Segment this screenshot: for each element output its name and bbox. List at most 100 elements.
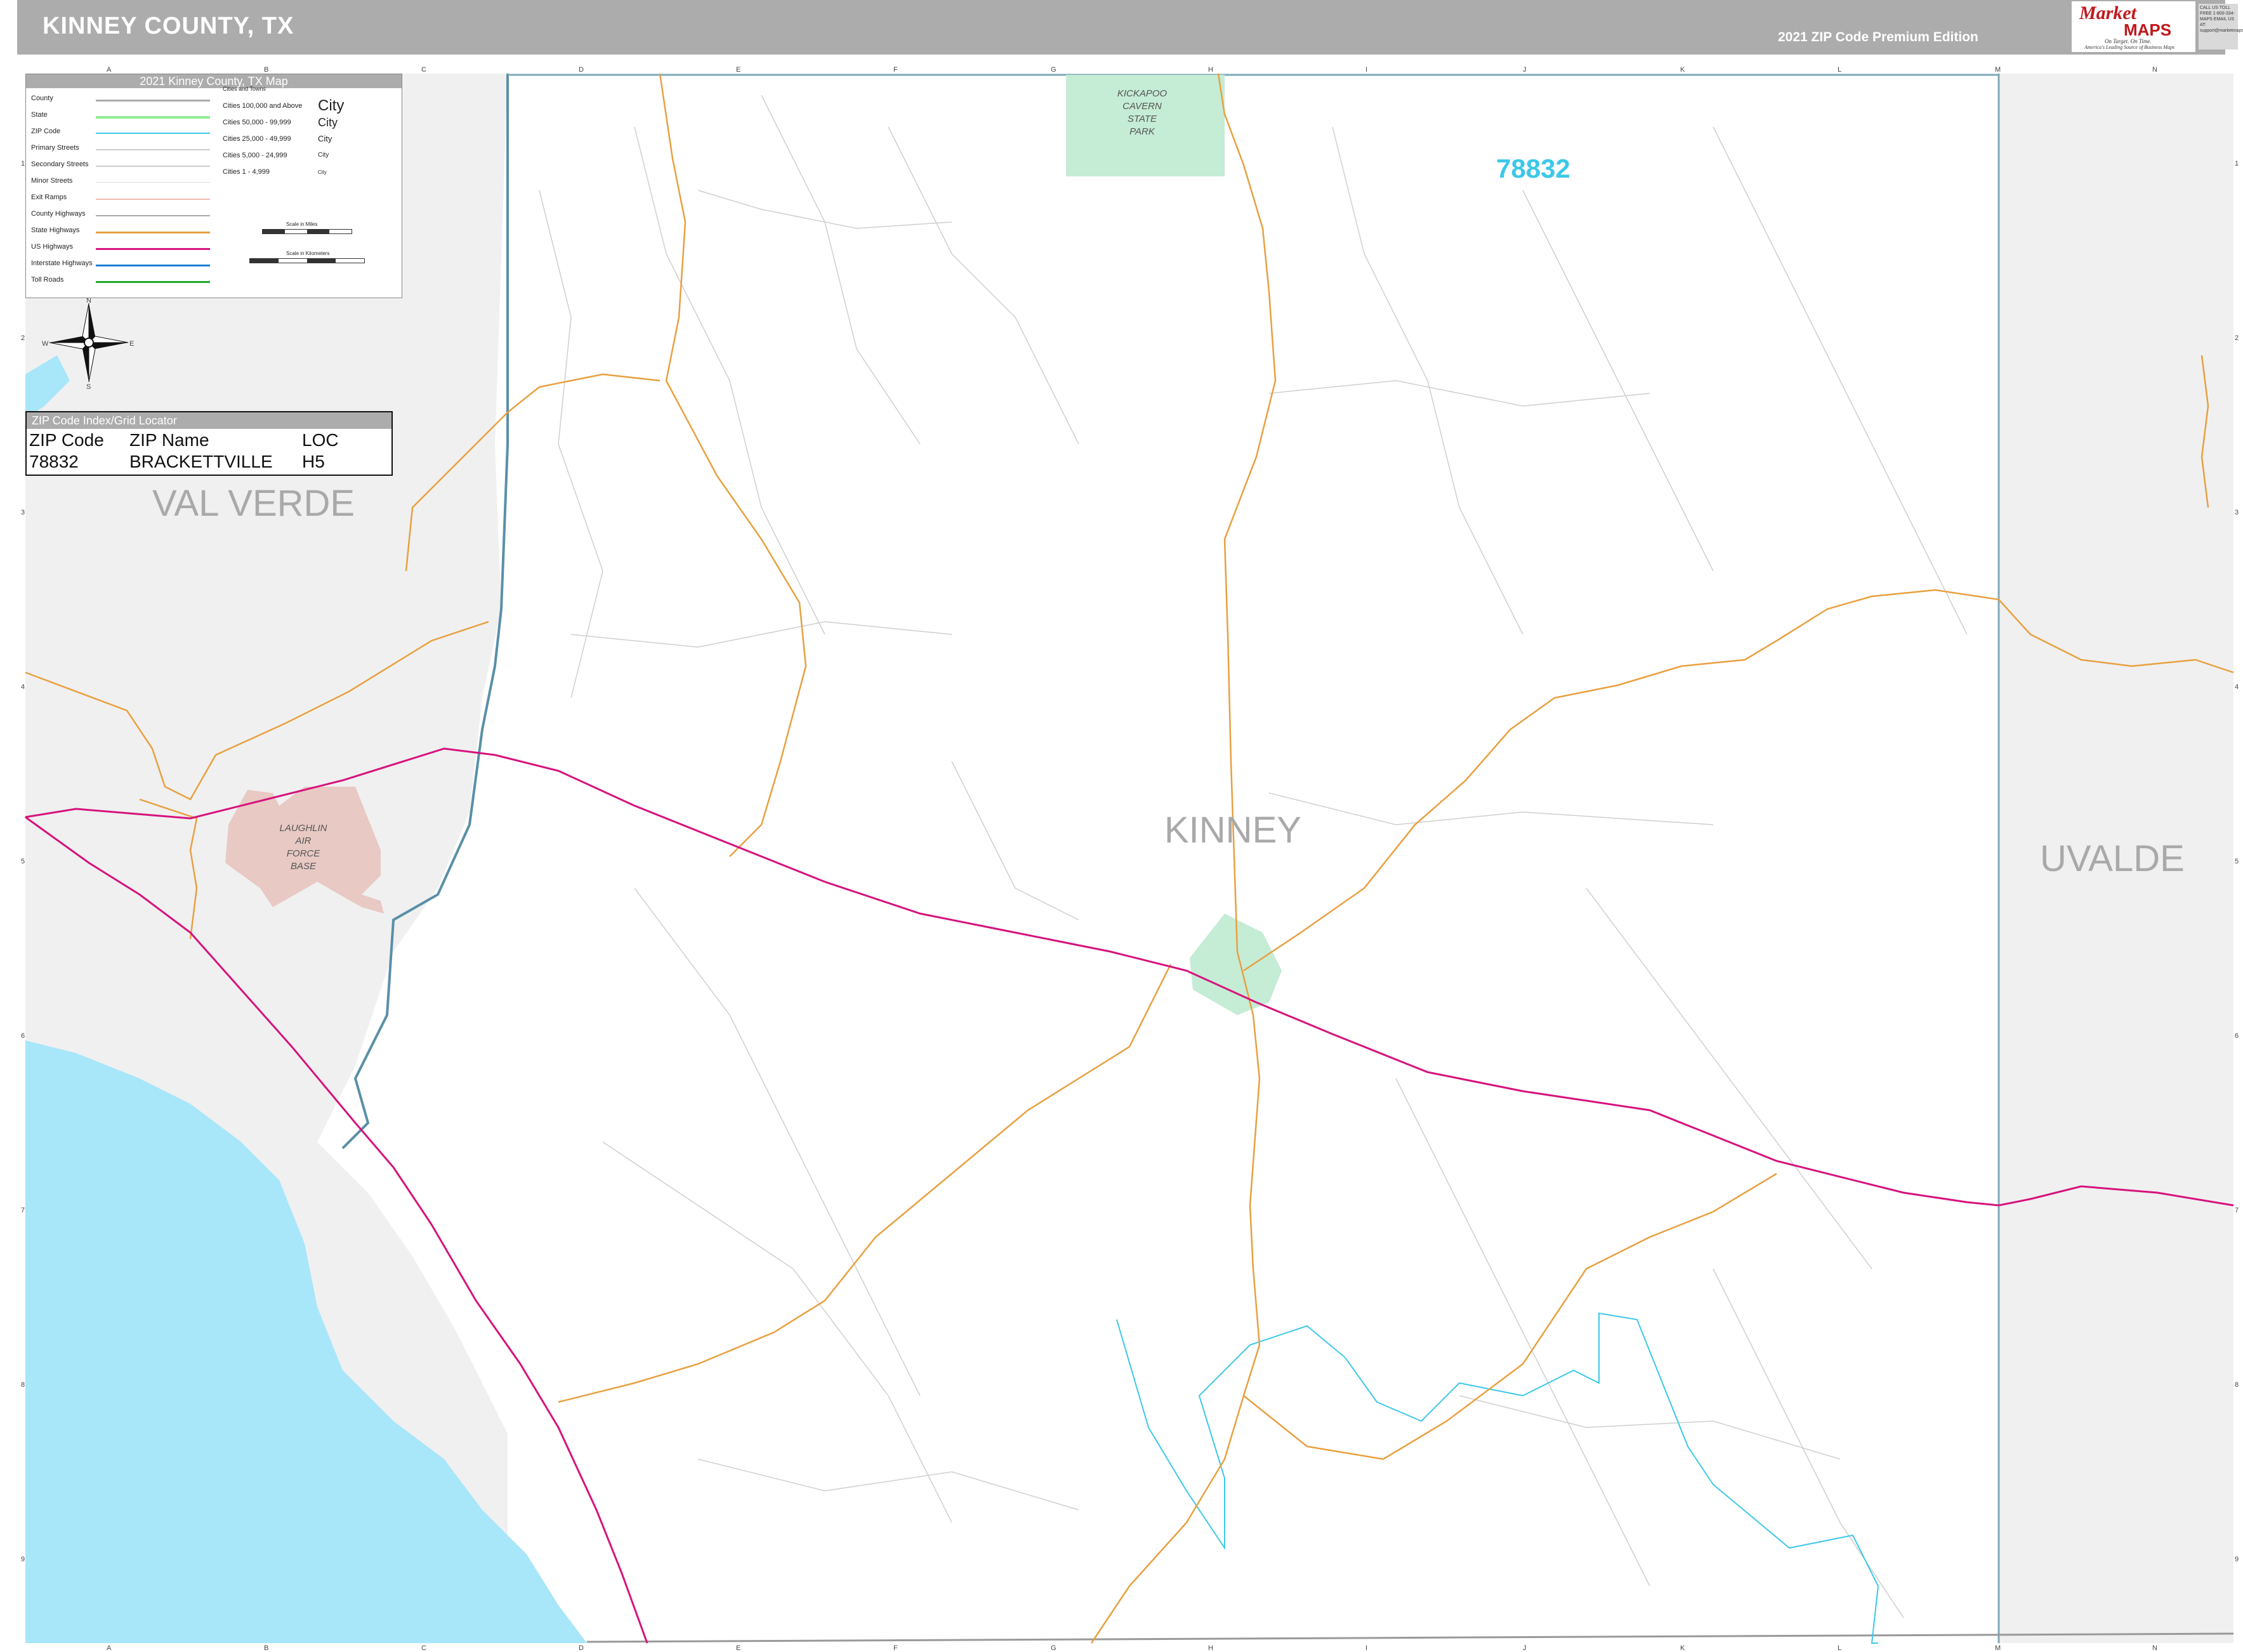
- compass-west-label: W: [42, 340, 49, 348]
- grid-letter-g-bottom: G: [1051, 1644, 1056, 1652]
- legend-cities-header: Cities and Towns: [223, 86, 266, 92]
- zip-index-row-loc[interactable]: H5: [302, 452, 325, 472]
- grid-number-7-right: 7: [2235, 1207, 2239, 1214]
- park-label-line-2: CAVERN: [1122, 101, 1162, 112]
- legend-item-state-hwy: State Highways: [31, 226, 80, 234]
- grid-letter-e: E: [736, 66, 741, 74]
- grid-letter-b: B: [264, 66, 269, 74]
- legend-line-primary: [96, 149, 210, 150]
- grid-number-2: 2: [21, 334, 25, 342]
- legend-city-sample-2: City: [318, 116, 338, 129]
- legend-item-interstate: Interstate Highways: [31, 259, 93, 267]
- grid-letter-j-bottom: J: [1523, 1644, 1527, 1652]
- legend-city-3: Cities 25,000 - 49,999: [223, 135, 291, 143]
- legend-city-sample-5: City: [318, 169, 327, 175]
- grid-letter-d-bottom: D: [579, 1644, 584, 1652]
- legend-city-4: Cities 5,000 - 24,999: [223, 152, 287, 159]
- grid-number-1: 1: [21, 160, 25, 167]
- legend-city-sample-4: City: [318, 152, 329, 159]
- header-bar: KINNEY COUNTY, TX 2021 ZIP Code Premium …: [17, 0, 2225, 55]
- park-label-line-1: KICKAPOO: [1117, 88, 1168, 99]
- legend-item-ramps: Exit Ramps: [31, 193, 67, 201]
- grid-number-3-right: 3: [2235, 509, 2239, 516]
- legend-item-minor: Minor Streets: [31, 177, 73, 185]
- grid-number-1-right: 1: [2235, 160, 2239, 167]
- logo-maps-text: MAPS: [2124, 20, 2172, 39]
- grid-number-6-right: 6: [2235, 1032, 2239, 1040]
- air-force-base-label: LAUGHLIN AIR FORCE BASE: [265, 822, 341, 873]
- grid-number-3: 3: [21, 509, 25, 516]
- compass-south-label: S: [86, 383, 91, 391]
- logo-tagline: On Target. On Time.: [2105, 38, 2152, 44]
- grid-letter-h: H: [1208, 66, 1213, 74]
- grid-number-8-right: 8: [2235, 1381, 2239, 1389]
- zip-code-label[interactable]: 78832: [1496, 154, 1570, 184]
- county-label-val-verde: VAL VERDE: [152, 483, 355, 524]
- legend-city-2: Cities 50,000 - 99,999: [223, 119, 291, 126]
- legend-scale-km: Scale in Kilometers: [286, 251, 330, 256]
- county-label-uvalde: UVALDE: [2040, 838, 2185, 879]
- legend-line-toll: [96, 281, 210, 283]
- base-label-line-2: AIR: [295, 836, 312, 846]
- grid-letter-k: K: [1680, 66, 1685, 74]
- park-label-line-3: STATE: [1127, 114, 1157, 124]
- legend-line-state-hwy: [96, 232, 210, 233]
- grid-letter-b-bottom: B: [264, 1644, 269, 1652]
- grid-number-7: 7: [21, 1207, 25, 1214]
- legend-line-ramps: [96, 199, 210, 200]
- grid-letter-m: M: [1995, 66, 2001, 74]
- grid-letter-m-bottom: M: [1995, 1644, 2001, 1652]
- grid-letter-n-bottom: N: [2152, 1644, 2157, 1652]
- grid-number-8: 8: [21, 1381, 25, 1389]
- zip-index-header-loc: LOC: [302, 430, 339, 450]
- legend-line-county-hwy: [96, 215, 210, 216]
- grid-letter-c-bottom: C: [421, 1644, 426, 1652]
- legend-item-state: State: [31, 111, 48, 119]
- zip-index-header-name: ZIP Name: [129, 430, 209, 450]
- county-label-kinney: KINNEY: [1164, 810, 1301, 851]
- grid-letter-i-bottom: I: [1365, 1644, 1368, 1652]
- legend-item-primary: Primary Streets: [31, 144, 79, 152]
- grid-letter-a-bottom: A: [107, 1644, 112, 1652]
- edition-label: 2021 ZIP Code Premium Edition: [1778, 30, 1978, 44]
- grid-number-4-right: 4: [2235, 683, 2239, 691]
- legend-city-sample-1: City: [318, 97, 345, 114]
- contact-info: CALL US TOLL FREE 1-800-334-MAPS EMAIL U…: [2199, 4, 2243, 49]
- grid-letter-c: C: [421, 66, 426, 74]
- legend-line-state: [96, 116, 210, 119]
- grid-number-4: 4: [21, 683, 25, 691]
- grid-letter-e-bottom: E: [736, 1644, 741, 1652]
- legend-city-1: Cities 100,000 and Above: [223, 102, 303, 110]
- legend-line-zip: [96, 133, 210, 134]
- grid-number-5-right: 5: [2235, 858, 2239, 865]
- legend-line-county: [96, 100, 210, 102]
- zip-index-row-name[interactable]: BRACKETTVILLE: [129, 452, 273, 472]
- grid-letter-f: F: [893, 66, 898, 74]
- grid-letter-k-bottom: K: [1680, 1644, 1685, 1652]
- legend-line-us-hwy: [96, 248, 210, 250]
- legend-city-5: Cities 1 - 4,999: [223, 168, 270, 176]
- zip-index-title: ZIP Code Index/Grid Locator: [27, 412, 391, 429]
- grid-number-5: 5: [21, 858, 25, 865]
- zip-code-index: ZIP Code Index/Grid Locator ZIP Code ZIP…: [25, 411, 393, 476]
- zip-index-row-zip[interactable]: 78832: [29, 452, 79, 472]
- park-label-line-4: PARK: [1129, 126, 1155, 137]
- grid-letter-l: L: [1838, 66, 1842, 74]
- market-maps-logo[interactable]: Market MAPS On Target. On Time. America'…: [2072, 1, 2195, 52]
- grid-letter-l-bottom: L: [1838, 1644, 1842, 1652]
- grid-letter-i: I: [1365, 66, 1368, 74]
- grid-number-9: 9: [21, 1556, 25, 1563]
- legend-item-toll: Toll Roads: [31, 276, 64, 284]
- legend-line-secondary: [96, 166, 210, 167]
- legend-line-minor: [96, 182, 210, 183]
- legend-item-secondary: Secondary Streets: [31, 161, 89, 168]
- base-label-line-4: BASE: [290, 861, 317, 872]
- map-legend: 2021 Kinney County, TX Map County State …: [25, 74, 402, 298]
- grid-letter-h-bottom: H: [1208, 1644, 1213, 1652]
- base-label-line-3: FORCE: [286, 848, 320, 859]
- grid-letter-f-bottom: F: [893, 1644, 898, 1652]
- map-title: KINNEY COUNTY, TX: [43, 13, 294, 39]
- scale-bar-miles: [262, 229, 352, 234]
- scale-bar-km: [249, 258, 365, 263]
- grid-letter-d: D: [579, 66, 584, 74]
